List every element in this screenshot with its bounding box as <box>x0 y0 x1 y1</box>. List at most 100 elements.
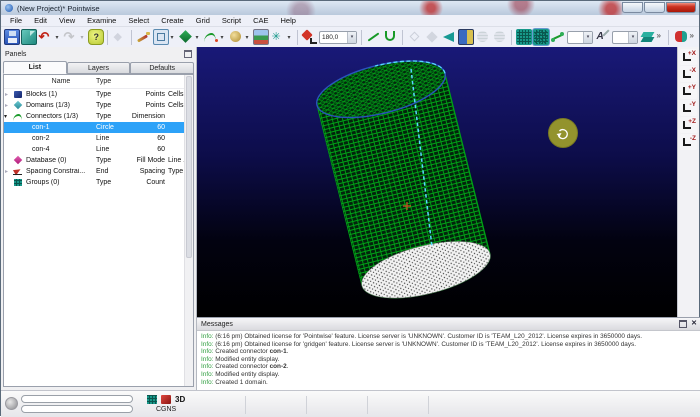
maximize-button[interactable] <box>644 2 665 13</box>
expander-icon[interactable] <box>4 100 13 111</box>
cube-tool-icon[interactable] <box>153 29 169 45</box>
axis-view-button[interactable]: -X <box>680 66 697 82</box>
layers-tool-icon[interactable] <box>640 29 656 45</box>
paintbrush-tool-icon[interactable] <box>136 29 152 45</box>
table-row[interactable]: Groups (0) Type Count <box>4 177 193 188</box>
select-menu-item[interactable]: Select <box>122 15 155 26</box>
sphere-mesh-tool-icon[interactable] <box>492 29 508 45</box>
examine-tool-icon[interactable] <box>302 29 318 45</box>
diamond-outline-tool-icon[interactable] <box>407 29 423 45</box>
separator-tool-icon[interactable] <box>297 30 298 45</box>
examine-menu-item[interactable]: Examine <box>81 15 122 26</box>
entity-type-icon <box>13 122 26 133</box>
line-tool-icon[interactable] <box>366 29 382 45</box>
scrollbar-thumb[interactable] <box>186 76 192 258</box>
expander-icon[interactable] <box>4 133 13 144</box>
sphere-tool-icon[interactable] <box>228 29 244 45</box>
help-menu-item[interactable]: Help <box>274 15 301 26</box>
redo-tool-icon[interactable] <box>63 29 79 45</box>
script-menu-item[interactable]: Script <box>216 15 247 26</box>
axis-view-button[interactable]: +Z <box>680 117 697 133</box>
open-tool-icon[interactable] <box>21 29 37 45</box>
connector-dim-tool-icon[interactable] <box>550 29 566 45</box>
trackball-icon[interactable] <box>5 397 18 410</box>
save-tool-icon[interactable] <box>4 29 20 45</box>
dropdown-tool-icon[interactable] <box>55 29 62 45</box>
grid-structured-tool-icon[interactable] <box>516 29 532 45</box>
diamond-tool-icon[interactable] <box>178 29 194 45</box>
table-row[interactable]: Connectors (1/3) Type Dimension <box>4 111 193 122</box>
table-row[interactable]: Database (0) Type Fill Mode Line ... <box>4 155 193 166</box>
table-row[interactable]: con-1 Circle 60 <box>4 122 193 133</box>
table-row[interactable]: con-2 Line 60 <box>4 133 193 144</box>
panels-sidebar: Panels ListLayersDefaults Name Type Bloc… <box>1 47 197 390</box>
table-row[interactable]: con-4 Line 60 <box>4 144 193 155</box>
expander-icon[interactable] <box>4 122 13 133</box>
block-tool-icon[interactable] <box>458 29 474 45</box>
axis-view-button[interactable]: -Z <box>680 134 697 150</box>
separator-tool-icon[interactable] <box>361 30 362 45</box>
overflow-tool-icon[interactable] <box>690 29 698 45</box>
gem-tool-icon[interactable] <box>112 29 128 45</box>
separator-tool-icon[interactable] <box>131 30 132 45</box>
undo-tool-icon[interactable] <box>38 29 54 45</box>
rotation-angle-value: 180,0 <box>322 34 338 41</box>
float-messages-icon[interactable] <box>679 320 687 328</box>
cone-tool-icon[interactable] <box>441 29 457 45</box>
expander-icon[interactable] <box>4 111 13 122</box>
separator-tool-icon[interactable] <box>668 30 669 45</box>
overflow-tool-icon[interactable] <box>657 29 665 45</box>
dropdown-tool-icon[interactable] <box>220 29 227 45</box>
minimize-button[interactable] <box>622 2 643 13</box>
image-tool-icon[interactable] <box>253 29 269 45</box>
edit-menu-item[interactable]: Edit <box>28 15 53 26</box>
combo-arrow-icon[interactable]: ▾ <box>628 32 637 43</box>
table-row[interactable]: Blocks (1) Type Points Cells <box>4 89 193 100</box>
expander-icon[interactable] <box>4 89 13 100</box>
entity-type-icon <box>13 166 26 177</box>
grid-unstructured-tool-icon[interactable] <box>533 29 549 45</box>
axis-view-button[interactable]: +X <box>680 49 697 65</box>
expander-icon[interactable] <box>4 144 13 155</box>
log-line: Info: (6:16 pm) Obtained license for 'Po… <box>201 333 697 341</box>
grid-menu-item[interactable]: Grid <box>190 15 216 26</box>
sphere-mesh-tool-icon[interactable] <box>475 29 491 45</box>
close-button[interactable] <box>666 2 696 13</box>
rotation-angle-combo[interactable]: 180,0 ▾ <box>319 31 357 44</box>
tree-scrollbar[interactable] <box>184 75 193 386</box>
help-tool-icon[interactable] <box>88 29 104 45</box>
file-menu-item[interactable]: File <box>4 15 28 26</box>
expander-icon[interactable] <box>4 155 13 166</box>
dropdown-tool-icon[interactable] <box>287 29 294 45</box>
spider-tool-icon[interactable] <box>270 29 286 45</box>
combo-arrow-icon[interactable]: ▾ <box>347 32 356 43</box>
display-viewport[interactable] <box>197 47 679 317</box>
axis-view-button[interactable]: -Y <box>680 100 697 116</box>
dropdown-tool-icon[interactable] <box>80 29 87 45</box>
dropdown-tool-icon[interactable] <box>245 29 252 45</box>
close-messages-icon[interactable]: ✕ <box>691 321 697 327</box>
spacing-combo[interactable]: ▾ <box>612 31 638 44</box>
curve-tool-icon[interactable] <box>203 29 219 45</box>
expander-icon[interactable] <box>4 177 13 188</box>
avg-spacing-tool-icon[interactable] <box>595 29 611 45</box>
mask-tool-icon[interactable] <box>673 29 689 45</box>
view-menu-item[interactable]: View <box>53 15 81 26</box>
diamond-fill-tool-icon[interactable] <box>424 29 440 45</box>
table-row[interactable]: Spacing Constrai... End Spacing Type <box>4 166 193 177</box>
ucurve-tool-icon[interactable] <box>383 29 399 45</box>
table-row[interactable]: Domains (1/3) Type Points Cells <box>4 100 193 111</box>
separator-tool-icon[interactable] <box>107 30 108 45</box>
separator-tool-icon[interactable] <box>511 30 512 45</box>
cae-menu-item[interactable]: CAE <box>247 15 274 26</box>
messages-title: Messages <box>201 321 233 328</box>
dropdown-tool-icon[interactable] <box>170 29 177 45</box>
create-menu-item[interactable]: Create <box>155 15 190 26</box>
dimension-combo[interactable]: ▾ <box>567 31 593 44</box>
dropdown-tool-icon[interactable] <box>195 29 202 45</box>
float-panel-icon[interactable] <box>184 50 192 58</box>
axis-view-button[interactable]: +Y <box>680 83 697 99</box>
separator-tool-icon[interactable] <box>402 30 403 45</box>
combo-arrow-icon[interactable]: ▾ <box>583 32 592 43</box>
expander-icon[interactable] <box>4 166 13 177</box>
